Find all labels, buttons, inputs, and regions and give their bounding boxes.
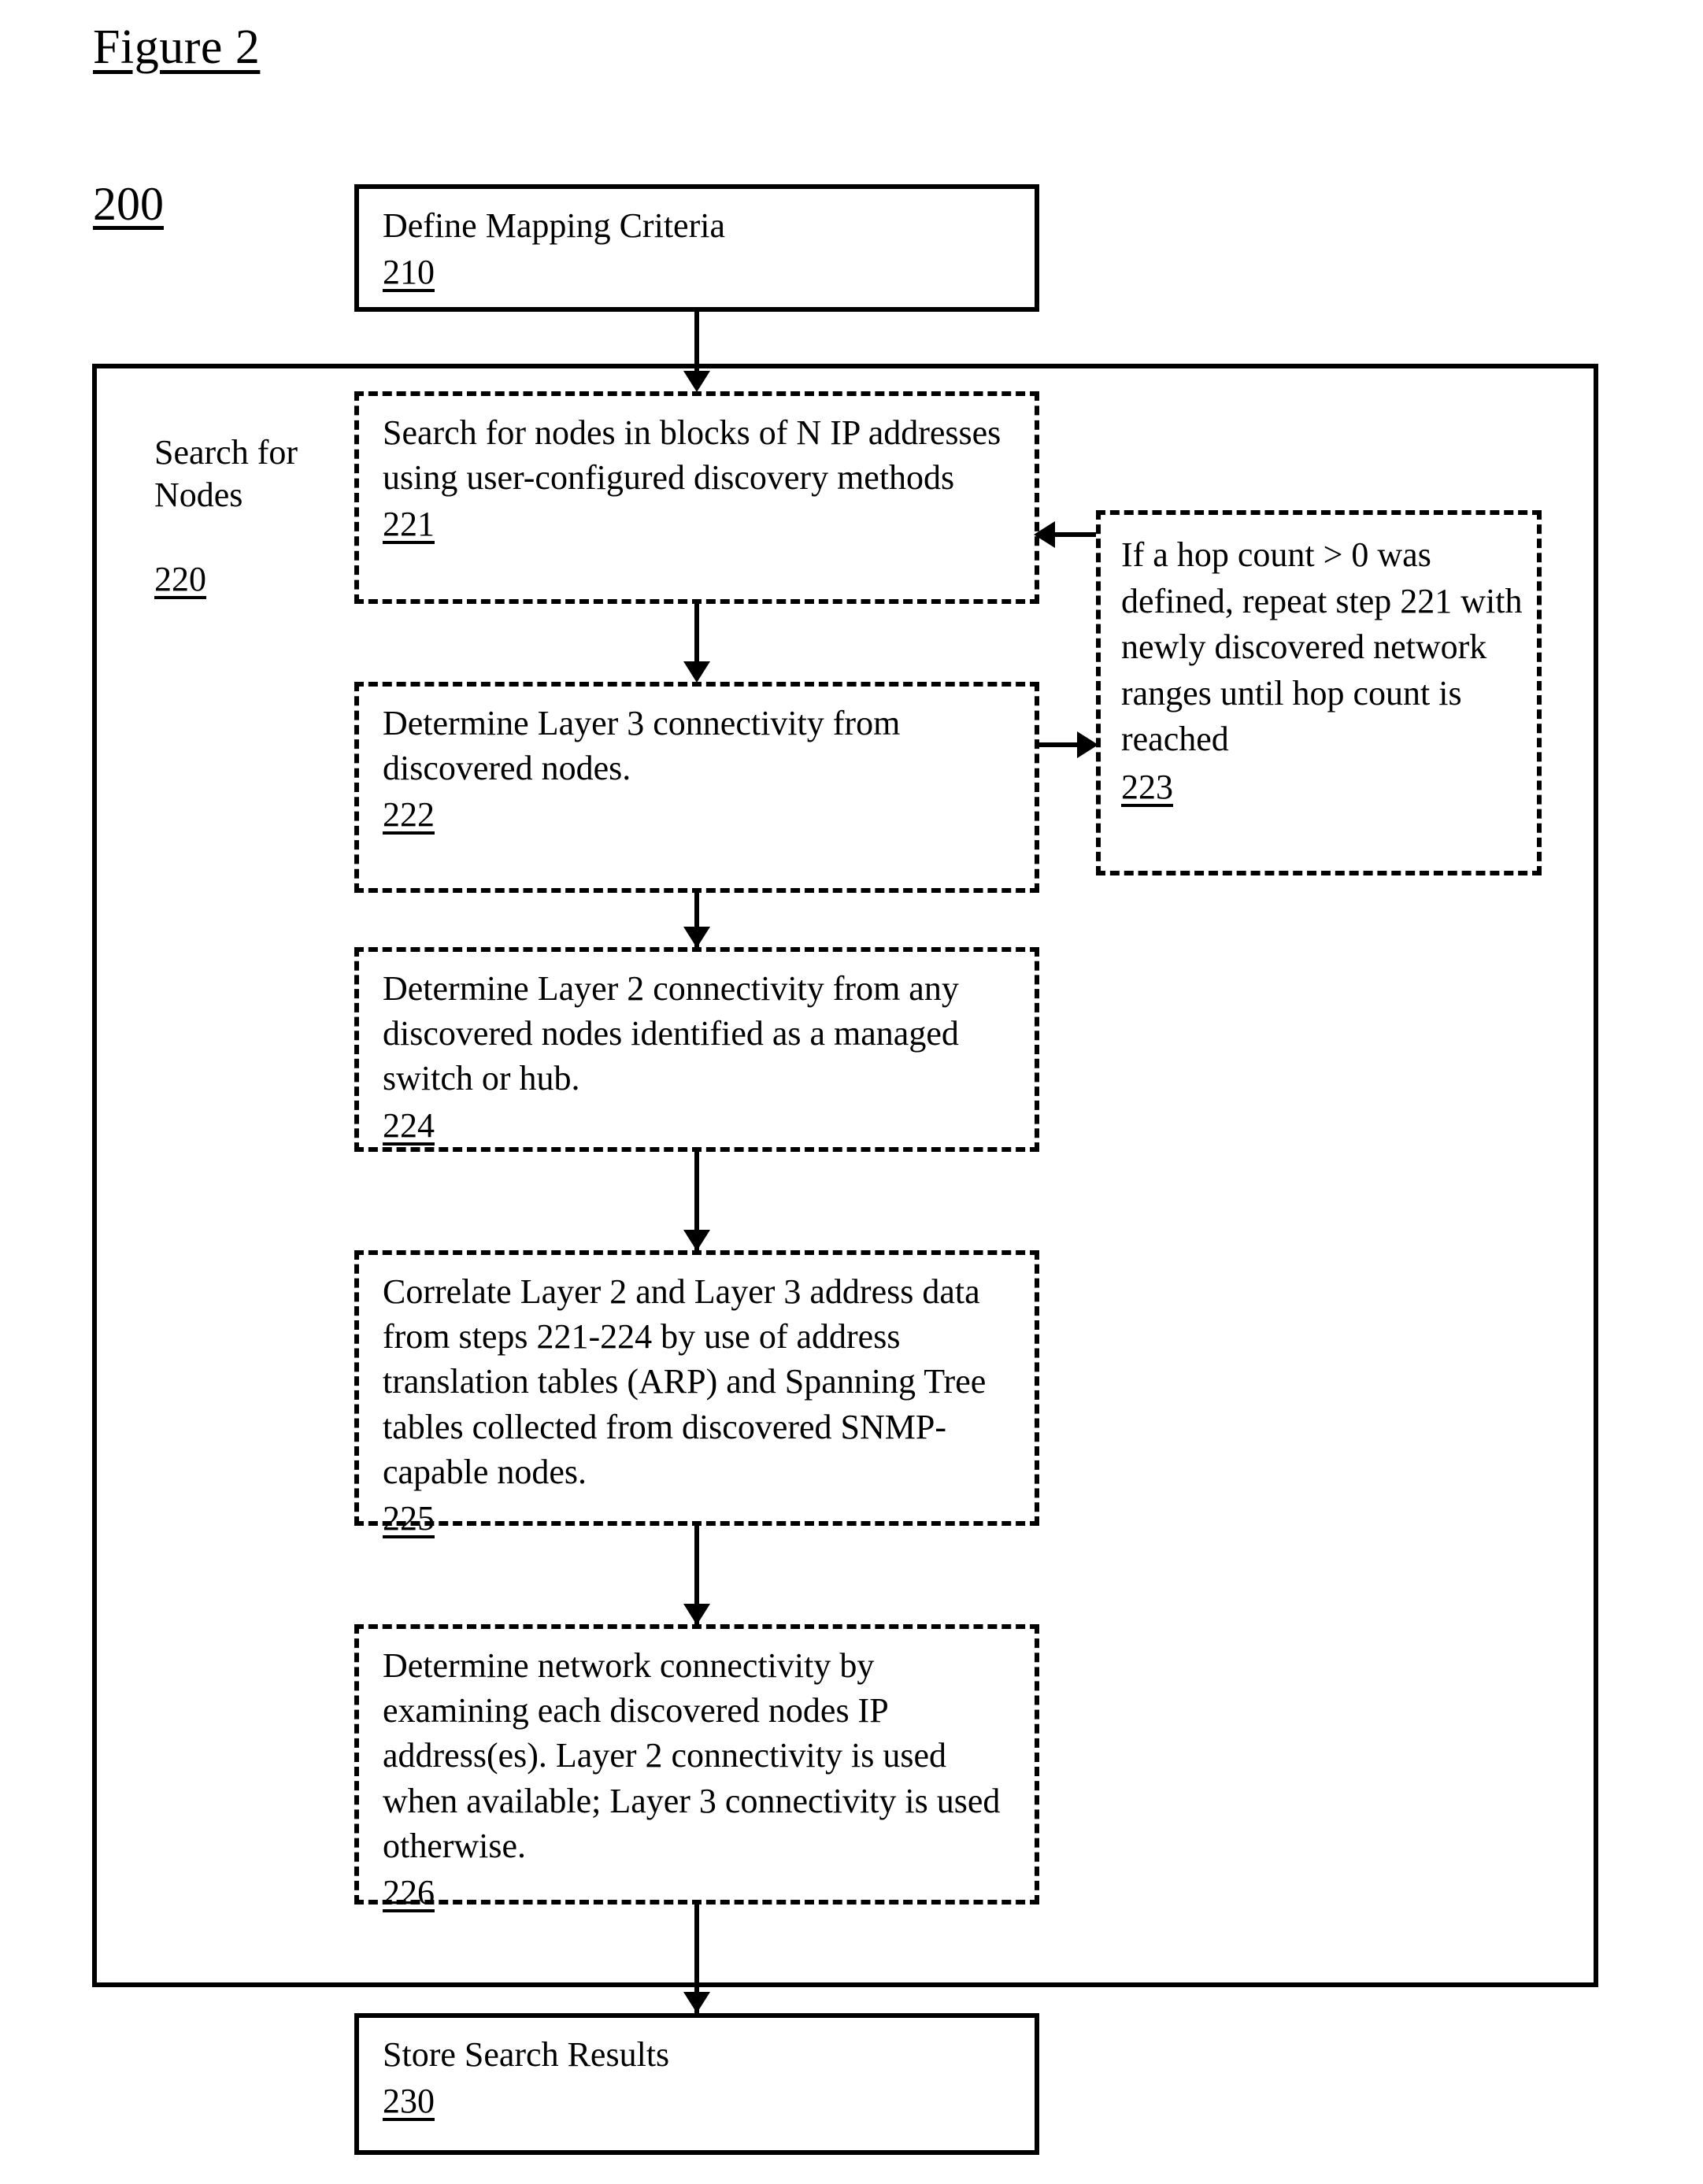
process-box-225-number: 225 <box>383 1498 435 1538</box>
process-box-230: Store Search Results 230 <box>354 2013 1039 2155</box>
arrowhead-down-icon <box>683 1604 710 1625</box>
process-box-223-body: If a hop count > 0 was defined, repeat s… <box>1121 532 1524 810</box>
connector-line <box>694 604 699 667</box>
process-box-210-body: Define Mapping Criteria 210 <box>383 203 1025 294</box>
process-box-222-number: 222 <box>383 795 435 835</box>
process-box-221-text: Search for nodes in blocks of N IP addre… <box>383 413 1001 498</box>
process-box-210-number: 210 <box>383 253 435 292</box>
process-box-221: Search for nodes in blocks of N IP addre… <box>354 391 1039 604</box>
arrowhead-down-icon <box>683 1230 710 1251</box>
process-box-230-text: Store Search Results <box>383 2035 670 2074</box>
process-box-223: If a hop count > 0 was defined, repeat s… <box>1096 510 1542 875</box>
connector-line <box>694 312 699 375</box>
process-box-224-number: 224 <box>383 1105 435 1145</box>
page-title: Figure 2 <box>93 20 261 74</box>
connector-line <box>1053 532 1096 537</box>
arrowhead-down-icon <box>683 1992 710 2013</box>
process-box-225-body: Correlate Layer 2 and Layer 3 address da… <box>383 1269 1025 1541</box>
process-box-226-number: 226 <box>383 1872 435 1912</box>
process-box-224-body: Determine Layer 2 connectivity from any … <box>383 966 1025 1148</box>
process-box-221-number: 221 <box>383 505 435 544</box>
group-label-search-for-nodes: Search for Nodes <box>154 433 298 514</box>
process-box-221-body: Search for nodes in blocks of N IP addre… <box>383 410 1025 547</box>
process-box-222-body: Determine Layer 3 connectivity from disc… <box>383 701 1025 838</box>
process-box-210-text: Define Mapping Criteria <box>383 206 725 245</box>
process-box-230-number: 230 <box>383 2082 435 2121</box>
process-box-224-text: Determine Layer 2 connectivity from any … <box>383 969 959 1098</box>
process-box-226-body: Determine network connectivity by examin… <box>383 1643 1025 1915</box>
process-box-210: Define Mapping Criteria 210 <box>354 184 1039 312</box>
process-box-224: Determine Layer 2 connectivity from any … <box>354 947 1039 1152</box>
process-box-222: Determine Layer 3 connectivity from disc… <box>354 682 1039 893</box>
process-box-226-text: Determine network connectivity by examin… <box>383 1646 1001 1865</box>
arrowhead-right-icon <box>1077 731 1098 758</box>
process-box-223-text: If a hop count > 0 was defined, repeat s… <box>1121 535 1523 759</box>
group-reference-number-220: 220 <box>154 560 206 598</box>
diagram-reference-number: 200 <box>93 178 164 230</box>
process-box-230-body: Store Search Results 230 <box>383 2032 1025 2123</box>
arrowhead-down-icon <box>683 371 710 392</box>
process-box-225-text: Correlate Layer 2 and Layer 3 address da… <box>383 1272 987 1491</box>
process-box-222-text: Determine Layer 3 connectivity from disc… <box>383 704 901 788</box>
arrowhead-down-icon <box>683 927 710 948</box>
process-box-223-number: 223 <box>1121 767 1173 806</box>
connector-line <box>1039 742 1083 747</box>
arrowhead-down-icon <box>683 661 710 683</box>
figure-page: Figure 2 200 Search for Nodes 220 Define… <box>0 0 1703 2184</box>
arrowhead-left-icon <box>1034 521 1055 548</box>
process-box-226: Determine network connectivity by examin… <box>354 1624 1039 1912</box>
process-box-225: Correlate Layer 2 and Layer 3 address da… <box>354 1250 1039 1538</box>
